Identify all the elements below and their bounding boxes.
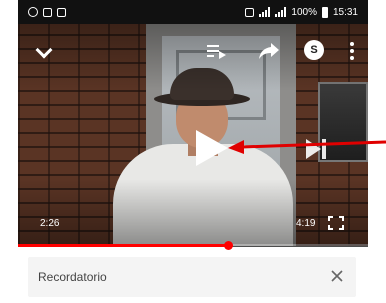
play-button[interactable] (188, 126, 232, 170)
account-avatar-icon[interactable]: S (304, 40, 324, 60)
progress-bar[interactable] (18, 241, 368, 250)
close-icon[interactable] (330, 269, 344, 283)
cell-signal-icon (275, 7, 287, 17)
nfc-icon (245, 7, 255, 17)
share-icon[interactable] (258, 40, 280, 60)
notification-image-icon (43, 7, 52, 17)
bottom-panel: Recordatorio (18, 247, 368, 303)
progress-fill (18, 244, 228, 247)
annotation-arrow (228, 140, 386, 154)
more-options-icon[interactable] (350, 42, 354, 60)
progress-scrubber-handle[interactable] (224, 241, 233, 250)
status-indicator-icon (28, 7, 38, 17)
battery-percent: 100% (291, 6, 317, 18)
notification-app-icon (57, 7, 66, 17)
fullscreen-icon[interactable] (328, 216, 344, 230)
account-letter: S (310, 44, 318, 56)
time-total: 4:19 (296, 218, 316, 229)
reminder-card[interactable]: Recordatorio (28, 257, 356, 297)
time-current: 2:26 (40, 218, 60, 229)
reminder-title: Recordatorio (38, 270, 107, 284)
battery-icon (321, 6, 328, 18)
status-left-icons (28, 7, 66, 17)
add-to-queue-icon[interactable] (206, 42, 228, 60)
status-bar: 100% 15:31 (18, 0, 368, 24)
wifi-signal-icon (259, 7, 271, 17)
clock: 15:31 (332, 6, 358, 18)
status-right-icons: 100% 15:31 (245, 6, 358, 18)
